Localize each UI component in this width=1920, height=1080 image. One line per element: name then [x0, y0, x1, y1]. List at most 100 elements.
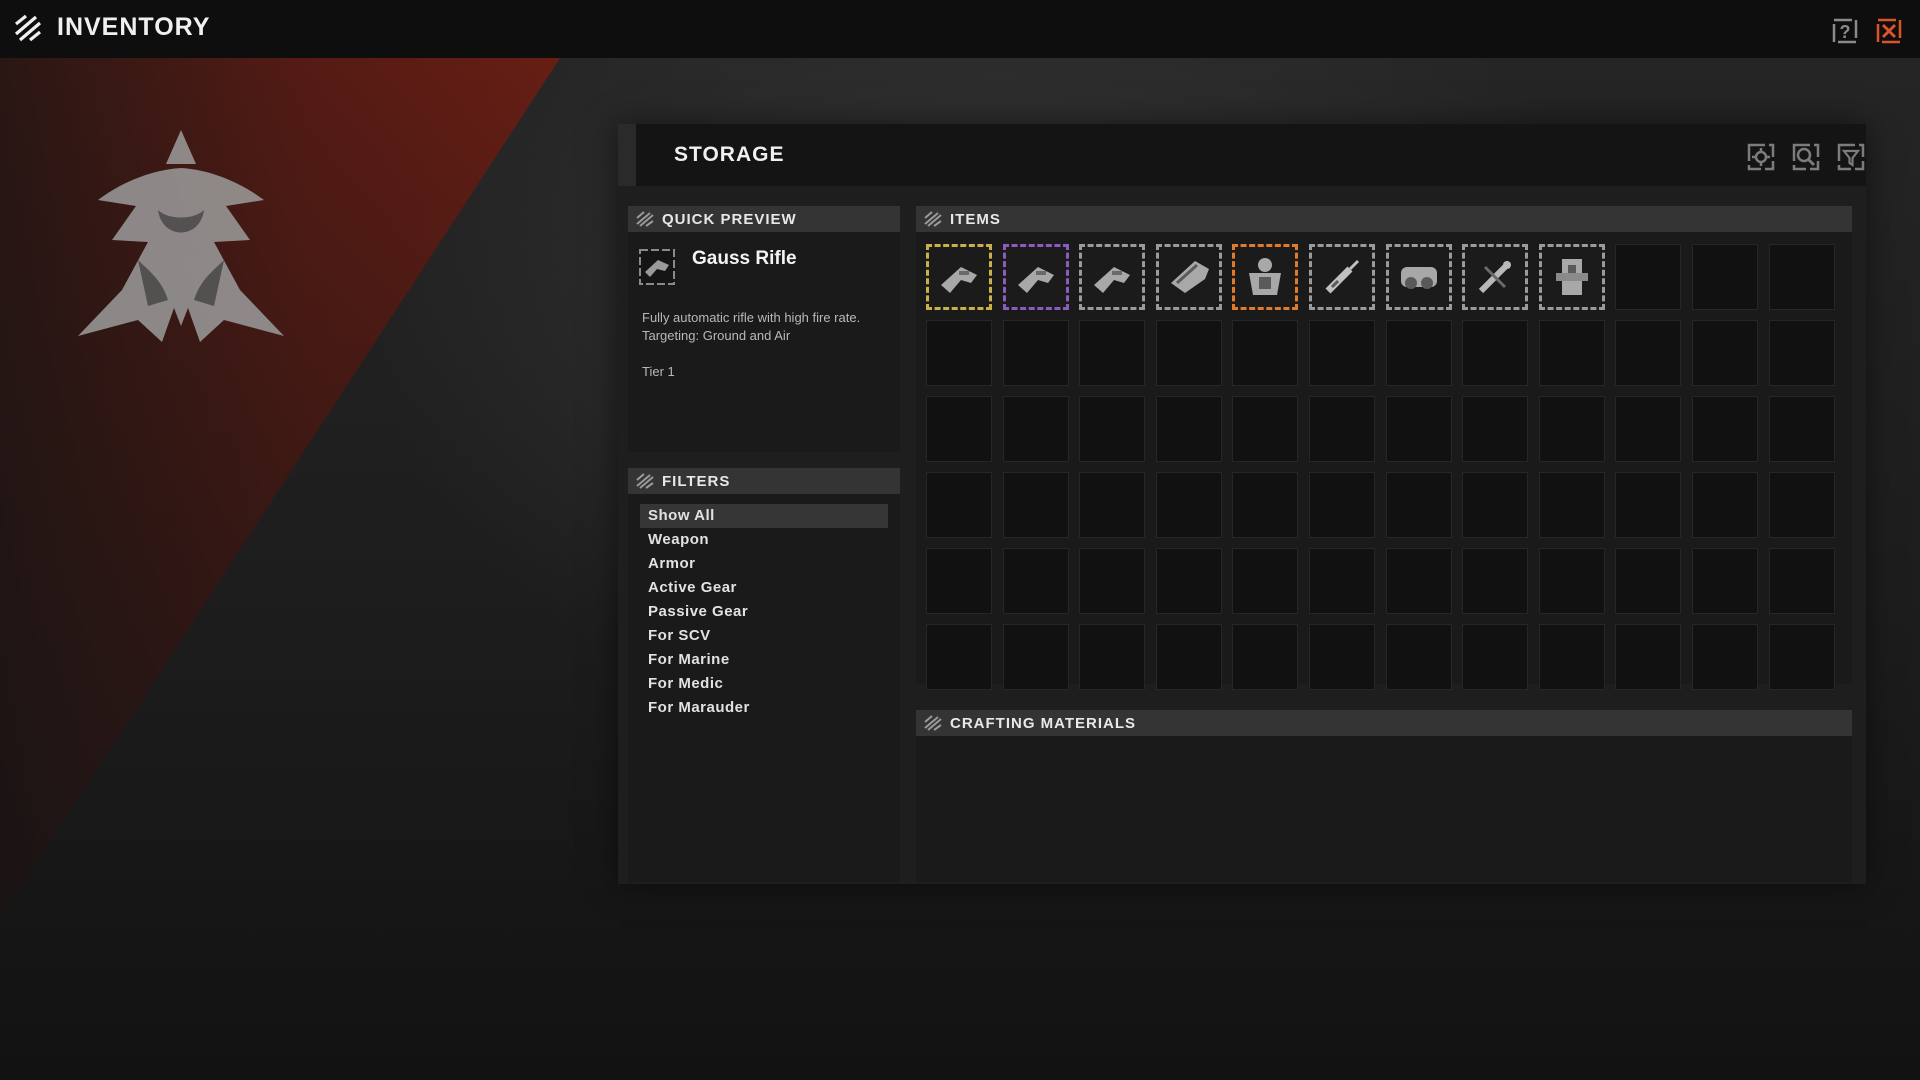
filter-for-medic[interactable]: For Medic — [640, 672, 888, 696]
item-slot-empty[interactable] — [1615, 624, 1682, 690]
item-slot-empty[interactable] — [1079, 624, 1146, 690]
item-slot-empty[interactable] — [1691, 244, 1758, 310]
item-slot-empty[interactable] — [1385, 320, 1452, 386]
item-slot-empty[interactable] — [1232, 548, 1299, 614]
item-slot-empty[interactable] — [1155, 548, 1222, 614]
armor-icon — [1249, 258, 1282, 295]
item-slot-empty[interactable] — [1691, 624, 1758, 690]
filter-list: Show All Weapon Armor Active Gear Passiv… — [640, 504, 888, 720]
item-slot-empty[interactable] — [926, 472, 992, 538]
rifle-icon — [639, 249, 675, 285]
item-slot-empty[interactable] — [1768, 548, 1835, 614]
item-slot-empty[interactable] — [1462, 548, 1529, 614]
item-slot-empty[interactable] — [926, 320, 992, 386]
item-slot-empty[interactable] — [1615, 320, 1682, 386]
close-icon[interactable] — [1874, 16, 1904, 46]
item-slot-empty[interactable] — [1079, 548, 1146, 614]
item-slot-empty[interactable] — [1232, 624, 1299, 690]
item-slot-empty[interactable] — [1538, 548, 1605, 614]
item-slot-empty[interactable] — [1768, 624, 1835, 690]
item-slot-empty[interactable] — [1615, 244, 1682, 310]
preview-tier: Tier 1 — [642, 364, 675, 379]
item-slot-empty[interactable] — [1232, 320, 1299, 386]
item-slot-empty[interactable] — [1691, 320, 1758, 386]
filter-passive-gear[interactable]: Passive Gear — [640, 600, 888, 624]
item-slot-empty[interactable] — [1155, 320, 1222, 386]
item-slot-empty[interactable] — [1155, 472, 1222, 538]
item-slot-empty[interactable] — [1768, 472, 1835, 538]
item-slot-empty[interactable] — [1462, 320, 1529, 386]
item-slot-empty[interactable] — [1155, 624, 1222, 690]
terran-emblem-icon — [78, 130, 284, 342]
item-slot-empty[interactable] — [1538, 396, 1605, 462]
item-slot-filled[interactable] — [926, 244, 992, 310]
item-slot-empty[interactable] — [1232, 396, 1299, 462]
item-slot-empty[interactable] — [1615, 396, 1682, 462]
item-slot-empty[interactable] — [1538, 472, 1605, 538]
items-header: ITEMS — [916, 206, 1852, 232]
item-slot-empty[interactable] — [926, 624, 992, 690]
app-title: INVENTORY — [57, 13, 211, 41]
item-slot-empty[interactable] — [1462, 472, 1529, 538]
filter-for-marauder[interactable]: For Marauder — [640, 696, 888, 720]
settings-icon[interactable] — [1746, 142, 1776, 172]
item-slot-empty[interactable] — [1462, 624, 1529, 690]
item-slot-filled[interactable] — [1155, 244, 1222, 310]
item-slot-empty[interactable] — [1308, 472, 1375, 538]
item-slot-empty[interactable] — [1308, 548, 1375, 614]
item-slot-empty[interactable] — [1385, 548, 1452, 614]
item-slot-filled[interactable] — [1079, 244, 1146, 310]
item-slot-empty[interactable] — [1079, 320, 1146, 386]
item-slot-empty[interactable] — [1002, 548, 1069, 614]
filter-for-marine[interactable]: For Marine — [640, 648, 888, 672]
item-slot-filled[interactable] — [1232, 244, 1299, 310]
item-slot-empty[interactable] — [1002, 320, 1069, 386]
item-slot-filled[interactable] — [1385, 244, 1452, 310]
item-slot-empty[interactable] — [1615, 472, 1682, 538]
item-slot-empty[interactable] — [1079, 472, 1146, 538]
item-slot-grid — [926, 244, 1835, 690]
item-slot-empty[interactable] — [1691, 396, 1758, 462]
filter-for-scv[interactable]: For SCV — [640, 624, 888, 648]
item-slot-empty[interactable] — [1002, 624, 1069, 690]
item-slot-empty[interactable] — [1385, 472, 1452, 538]
item-slot-filled[interactable] — [1538, 244, 1605, 310]
item-slot-empty[interactable] — [1232, 472, 1299, 538]
item-slot-empty[interactable] — [1308, 624, 1375, 690]
item-slot-empty[interactable] — [1768, 244, 1835, 310]
filter-armor[interactable]: Armor — [640, 552, 888, 576]
item-slot-filled[interactable] — [1002, 244, 1069, 310]
canister-icon — [1400, 267, 1437, 289]
item-slot-empty[interactable] — [926, 548, 992, 614]
item-slot-empty[interactable] — [1462, 396, 1529, 462]
item-slot-empty[interactable] — [1308, 320, 1375, 386]
item-slot-empty[interactable] — [1538, 624, 1605, 690]
item-slot-empty[interactable] — [1768, 320, 1835, 386]
search-icon[interactable] — [1791, 142, 1821, 172]
item-slot-empty[interactable] — [1155, 396, 1222, 462]
storage-header: STORAGE — [618, 124, 1866, 186]
filter-icon[interactable] — [1836, 142, 1866, 172]
item-slot-empty[interactable] — [1691, 548, 1758, 614]
item-slot-empty[interactable] — [1691, 472, 1758, 538]
quick-preview-panel: QUICK PREVIEW Gauss Rifle Fully automati… — [628, 206, 900, 452]
filter-show-all[interactable]: Show All — [640, 504, 888, 528]
item-slot-empty[interactable] — [1308, 396, 1375, 462]
item-slot-empty[interactable] — [1385, 396, 1452, 462]
item-slot-empty[interactable] — [1002, 472, 1069, 538]
item-slot-empty[interactable] — [1002, 396, 1069, 462]
preview-targeting: Targeting: Ground and Air — [642, 328, 791, 343]
item-slot-filled[interactable] — [1462, 244, 1529, 310]
faction-logo-icon — [14, 14, 42, 42]
item-slot-empty[interactable] — [1768, 396, 1835, 462]
item-slot-empty[interactable] — [926, 396, 992, 462]
item-slot-empty[interactable] — [1385, 624, 1452, 690]
filter-weapon[interactable]: Weapon — [640, 528, 888, 552]
item-slot-empty[interactable] — [1615, 548, 1682, 614]
filter-active-gear[interactable]: Active Gear — [640, 576, 888, 600]
storage-title: STORAGE — [674, 143, 785, 166]
help-icon[interactable]: ? — [1830, 16, 1860, 46]
item-slot-empty[interactable] — [1538, 320, 1605, 386]
item-slot-filled[interactable] — [1308, 244, 1375, 310]
item-slot-empty[interactable] — [1079, 396, 1146, 462]
